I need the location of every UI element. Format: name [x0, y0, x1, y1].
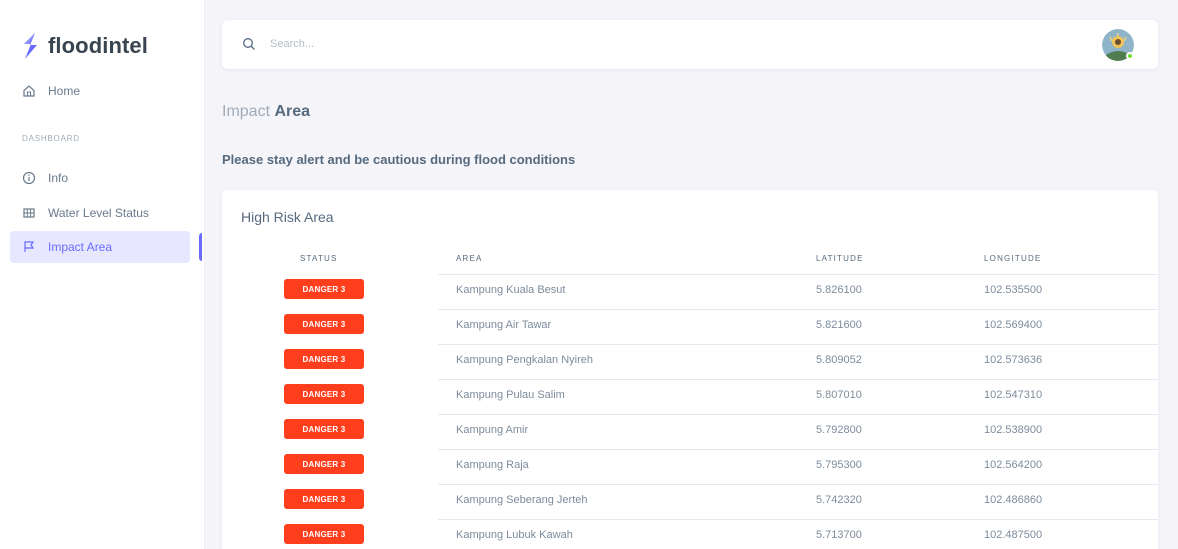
- longitude-cell: 102.538900: [984, 424, 1043, 436]
- table-row: DANGER 3 Kampung Lubuk Kawah 5.713700 102.4…: [222, 519, 1158, 549]
- status-badge: DANGER 3: [284, 419, 364, 439]
- row-divider: [438, 379, 1158, 380]
- status-badge: DANGER 3: [284, 314, 364, 334]
- search-input[interactable]: [270, 34, 670, 54]
- online-status-dot: [1126, 52, 1134, 60]
- menu-section-header: DASHBOARD: [22, 134, 80, 143]
- longitude-cell: 102.535500: [984, 284, 1043, 296]
- search-icon: [243, 38, 255, 50]
- flag-icon: [22, 240, 36, 254]
- latitude-cell: 5.826100: [816, 284, 862, 296]
- latitude-cell: 5.807010: [816, 389, 862, 401]
- page-title: Impact Area: [222, 103, 310, 121]
- row-divider: [438, 519, 1158, 520]
- status-badge: DANGER 3: [284, 279, 364, 299]
- alert-message: Please stay alert and be cautious during…: [222, 152, 576, 167]
- area-cell: Kampung Seberang Jerteh: [456, 494, 588, 506]
- floodintel-logo-icon: [24, 33, 37, 59]
- longitude-cell: 102.569400: [984, 319, 1043, 331]
- status-badge: DANGER 3: [284, 349, 364, 369]
- status-badge: DANGER 3: [284, 524, 364, 544]
- sidebar-item-home[interactable]: Home: [10, 75, 190, 107]
- table-row: DANGER 3 Kampung Amir 5.792800 102.538900: [222, 414, 1158, 449]
- brand[interactable]: floodintel: [20, 30, 148, 62]
- latitude-cell: 5.821600: [816, 319, 862, 331]
- table-row: DANGER 3 Kampung Raja 5.795300 102.564200: [222, 449, 1158, 484]
- area-cell: Kampung Pulau Salim: [456, 389, 565, 401]
- latitude-cell: 5.809052: [816, 354, 862, 366]
- sidebar-item-label: Impact Area: [48, 240, 113, 254]
- brand-name: floodintel: [48, 33, 148, 58]
- sidebar-item-water-level-status[interactable]: Water Level Status: [10, 197, 190, 229]
- column-header-latitude: LATITUDE: [816, 254, 864, 263]
- row-divider: [438, 344, 1158, 345]
- area-cell: Kampung Raja: [456, 459, 529, 471]
- longitude-cell: 102.573636: [984, 354, 1043, 366]
- latitude-cell: 5.713700: [816, 529, 862, 541]
- table-row: DANGER 3 Kampung Pulau Salim 5.807010 102.5…: [222, 379, 1158, 414]
- area-cell: Kampung Air Tawar: [456, 319, 552, 331]
- latitude-cell: 5.742320: [816, 494, 862, 506]
- area-cell: Kampung Pengkalan Nyireh: [456, 354, 593, 366]
- page-title-strong: Area: [274, 103, 311, 120]
- page-title-prefix: Impact: [222, 103, 271, 120]
- top-navbar: [222, 20, 1158, 69]
- row-divider: [438, 414, 1158, 415]
- area-cell: Kampung Lubuk Kawah: [456, 529, 573, 541]
- sidebar: floodintel Home DASHBOARD Info Water Lev…: [0, 0, 205, 549]
- table-row: DANGER 3 Kampung Pengkalan Nyireh 5.809052…: [222, 344, 1158, 379]
- row-divider: [438, 309, 1158, 310]
- longitude-cell: 102.547310: [984, 389, 1043, 401]
- status-badge: DANGER 3: [284, 489, 364, 509]
- sidebar-item-label: Water Level Status: [48, 206, 149, 220]
- sidebar-item-label: Home: [48, 84, 81, 98]
- longitude-cell: 102.564200: [984, 459, 1043, 471]
- info-circle-icon: [22, 171, 36, 185]
- longitude-cell: 102.487500: [984, 529, 1043, 541]
- status-badge: DANGER 3: [284, 384, 364, 404]
- home-icon: [22, 84, 36, 98]
- sidebar-item-label: Info: [48, 171, 69, 185]
- table-row: DANGER 3 Kampung Seberang Jerteh 5.742320 1…: [222, 484, 1158, 519]
- column-header-area: AREA: [456, 254, 483, 263]
- table-row: DANGER 3 Kampung Kuala Besut 5.826100 102.5…: [222, 274, 1158, 309]
- column-header-longitude: LONGITUDE: [984, 254, 1042, 263]
- card-title: High Risk Area: [241, 209, 334, 225]
- active-indicator: [199, 233, 202, 261]
- latitude-cell: 5.795300: [816, 459, 862, 471]
- column-header-status: STATUS: [300, 254, 338, 263]
- longitude-cell: 102.486860: [984, 494, 1043, 506]
- sidebar-item-impact-area[interactable]: Impact Area: [10, 231, 190, 263]
- row-divider: [438, 484, 1158, 485]
- row-divider: [438, 274, 1158, 275]
- grid-icon: [22, 206, 36, 220]
- sidebar-item-info[interactable]: Info: [10, 162, 190, 194]
- high-risk-area-card: High Risk Area STATUS AREA LATITUDE LONG…: [222, 190, 1158, 549]
- status-badge: DANGER 3: [284, 454, 364, 474]
- row-divider: [438, 449, 1158, 450]
- area-cell: Kampung Amir: [456, 424, 529, 436]
- area-cell: Kampung Kuala Besut: [456, 284, 566, 296]
- latitude-cell: 5.792800: [816, 424, 862, 436]
- table-row: DANGER 3 Kampung Air Tawar 5.821600 102.569…: [222, 309, 1158, 344]
